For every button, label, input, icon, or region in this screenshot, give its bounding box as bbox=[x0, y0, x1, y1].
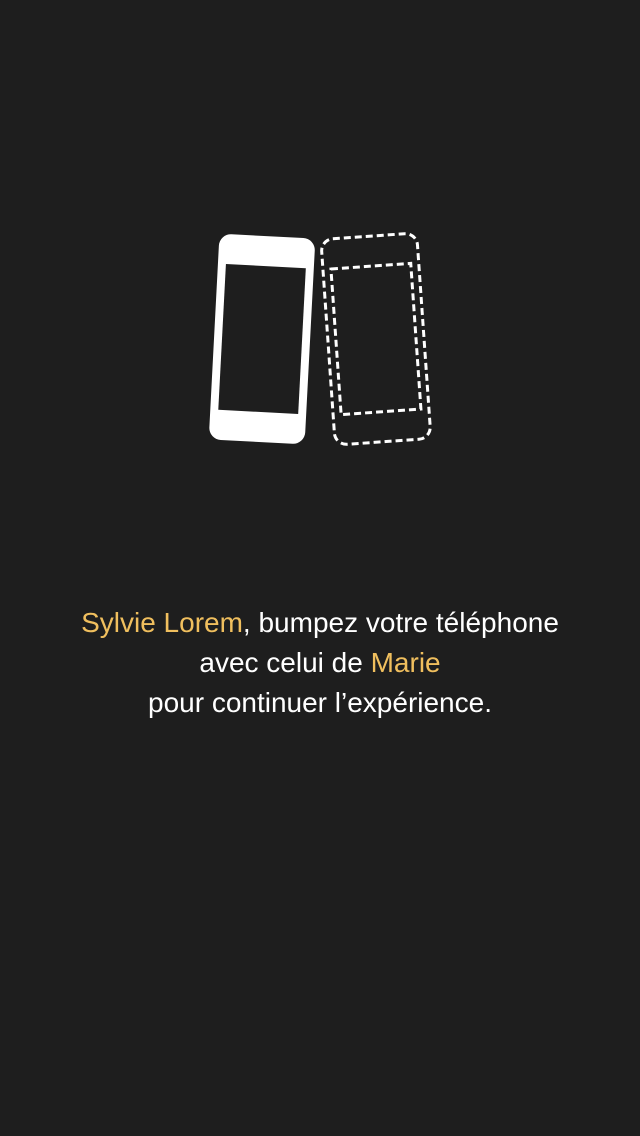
partner-name: Marie bbox=[370, 647, 441, 678]
bump-instruction-message: Sylvie Lorem, bumpez votre téléphone ave… bbox=[0, 603, 640, 723]
message-line-2-text: avec celui de bbox=[199, 647, 371, 678]
phone-solid-icon bbox=[209, 234, 315, 444]
bump-screen: { "colors": { "background": "#1e1e1e", "… bbox=[0, 0, 640, 1136]
user-name: Sylvie Lorem bbox=[81, 607, 243, 638]
message-line-1-text: , bumpez votre téléphone bbox=[242, 607, 559, 638]
phone-dashed-icon bbox=[320, 232, 432, 446]
message-line-1: Sylvie Lorem, bumpez votre téléphone bbox=[0, 603, 640, 643]
message-line-2: avec celui de Marie bbox=[0, 643, 640, 683]
bump-illustration bbox=[200, 226, 445, 456]
message-line-3: pour continuer l’expérience. bbox=[148, 687, 492, 718]
